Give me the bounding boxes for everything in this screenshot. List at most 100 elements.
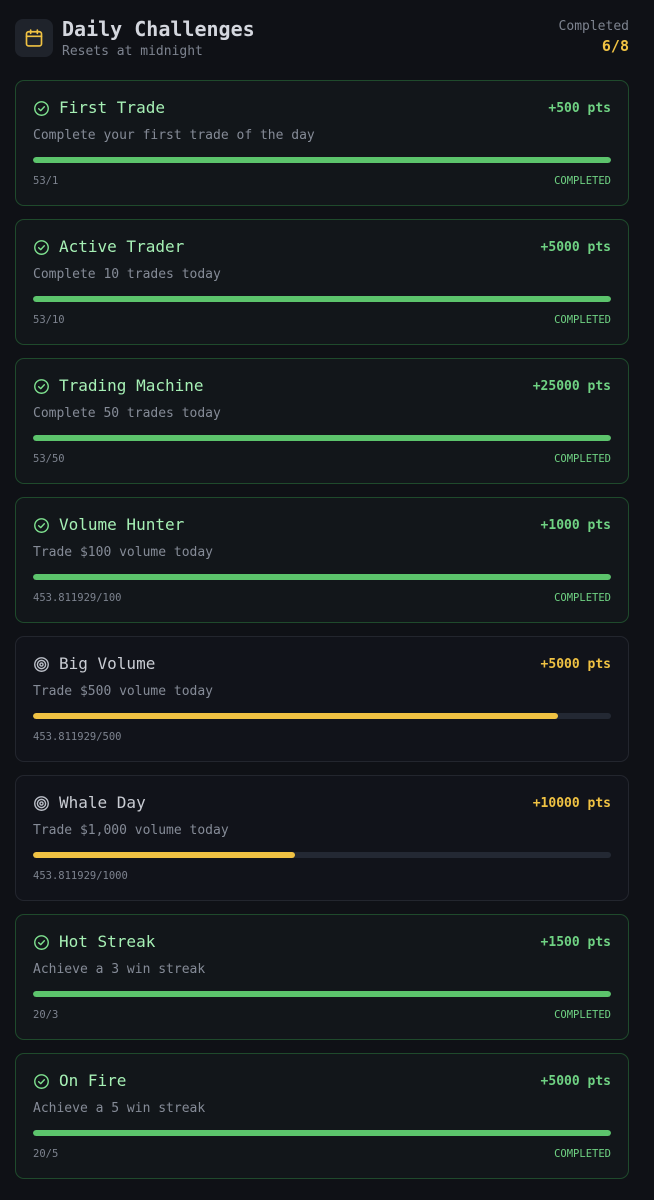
- progress-track: [33, 574, 611, 580]
- progress-track: [33, 157, 611, 163]
- challenge-points: +5000 pts: [540, 656, 611, 672]
- challenge-title-wrap: Big Volume: [33, 653, 155, 675]
- progress-fill: [33, 574, 611, 580]
- challenge-footer: 20/5 COMPLETED: [33, 1147, 611, 1161]
- challenge-points: +500 pts: [548, 100, 611, 116]
- challenge-header: Active Trader +5000 pts: [33, 235, 611, 259]
- progress-fill: [33, 991, 611, 997]
- challenge-title-wrap: Hot Streak: [33, 931, 155, 953]
- challenge-title: Whale Day: [59, 793, 146, 812]
- challenge-description: Trade $1,000 volume today: [33, 823, 229, 838]
- header-titles: Daily Challenges Resets at midnight: [62, 16, 255, 61]
- progress-track: [33, 1130, 611, 1136]
- status-label: COMPLETED: [554, 314, 611, 326]
- challenge-description: Complete 50 trades today: [33, 406, 221, 421]
- progress-text: 20/3: [33, 1009, 59, 1021]
- progress-track: [33, 713, 611, 719]
- page-title: Daily Challenges: [62, 17, 255, 41]
- challenge-title-wrap: Volume Hunter: [33, 514, 184, 536]
- challenge-card[interactable]: Hot Streak +1500 pts Achieve a 3 win str…: [15, 914, 629, 1040]
- status-label: COMPLETED: [554, 453, 611, 465]
- challenge-footer: 53/50 COMPLETED: [33, 452, 611, 466]
- check-circle-icon: [33, 100, 50, 117]
- challenge-card[interactable]: Volume Hunter +1000 pts Trade $100 volum…: [15, 497, 629, 623]
- calendar-icon: [25, 29, 43, 47]
- challenge-title-wrap: Whale Day: [33, 792, 146, 814]
- status-label: COMPLETED: [554, 1148, 611, 1160]
- progress-fill: [33, 435, 611, 441]
- challenge-title: Active Trader: [59, 237, 185, 256]
- challenge-header: First Trade +500 pts: [33, 96, 611, 120]
- check-circle-icon: [33, 517, 50, 534]
- challenge-points: +1000 pts: [540, 517, 611, 533]
- status-label: COMPLETED: [554, 175, 611, 187]
- challenge-title-wrap: Active Trader: [33, 236, 184, 258]
- progress-text: 453.811929/1000: [33, 870, 128, 882]
- challenge-card[interactable]: Whale Day +10000 pts Trade $1,000 volume…: [15, 775, 629, 901]
- challenge-header: Big Volume +5000 pts: [33, 652, 611, 676]
- challenge-header: Whale Day +10000 pts: [33, 791, 611, 815]
- challenge-title: First Trade: [59, 98, 165, 117]
- progress-text: 53/10: [33, 314, 65, 326]
- challenge-points: +5000 pts: [540, 239, 611, 255]
- challenge-footer: 453.811929/1000: [33, 869, 611, 883]
- challenge-points: +1500 pts: [540, 934, 611, 950]
- challenge-description: Trade $500 volume today: [33, 684, 214, 699]
- challenge-title-wrap: On Fire: [33, 1070, 126, 1092]
- challenge-footer: 453.811929/500: [33, 730, 611, 744]
- challenge-footer: 453.811929/100 COMPLETED: [33, 591, 611, 605]
- challenge-description: Trade $100 volume today: [33, 545, 214, 560]
- check-circle-icon: [33, 1073, 50, 1090]
- challenge-card[interactable]: Trading Machine +25000 pts Complete 50 t…: [15, 358, 629, 484]
- challenge-card[interactable]: First Trade +500 pts Complete your first…: [15, 80, 629, 206]
- progress-fill: [33, 852, 296, 858]
- calendar-icon-box: [15, 19, 53, 57]
- challenge-footer: 53/10 COMPLETED: [33, 313, 611, 327]
- progress-track: [33, 435, 611, 441]
- progress-text: 453.811929/100: [33, 592, 122, 604]
- challenge-header: On Fire +5000 pts: [33, 1069, 611, 1093]
- challenge-title: Big Volume: [59, 654, 156, 673]
- challenge-title: On Fire: [59, 1071, 127, 1090]
- completed-label: Completed: [558, 19, 629, 34]
- progress-text: 453.811929/500: [33, 731, 122, 743]
- challenge-card[interactable]: Big Volume +5000 pts Trade $500 volume t…: [15, 636, 629, 762]
- challenge-footer: 53/1 COMPLETED: [33, 174, 611, 188]
- challenge-points: +5000 pts: [540, 1073, 611, 1089]
- challenge-header: Trading Machine +25000 pts: [33, 374, 611, 398]
- challenge-header: Hot Streak +1500 pts: [33, 930, 611, 954]
- challenge-title-wrap: Trading Machine: [33, 375, 204, 397]
- challenge-title-wrap: First Trade: [33, 97, 165, 119]
- target-icon: [33, 656, 50, 673]
- progress-fill: [33, 713, 558, 719]
- check-circle-icon: [33, 239, 50, 256]
- target-icon: [33, 795, 50, 812]
- progress-fill: [33, 296, 611, 302]
- challenge-title: Hot Streak: [59, 932, 156, 951]
- check-circle-icon: [33, 378, 50, 395]
- daily-challenges-panel: Daily Challenges Resets at midnight Comp…: [0, 0, 654, 1200]
- challenge-title: Trading Machine: [59, 376, 204, 395]
- progress-track: [33, 296, 611, 302]
- challenge-description: Complete your first trade of the day: [33, 128, 315, 143]
- challenge-card[interactable]: On Fire +5000 pts Achieve a 5 win streak…: [15, 1053, 629, 1179]
- challenge-description: Achieve a 5 win streak: [33, 1101, 206, 1116]
- progress-fill: [33, 1130, 611, 1136]
- challenge-description: Complete 10 trades today: [33, 267, 221, 282]
- challenge-footer: 20/3 COMPLETED: [33, 1008, 611, 1022]
- check-circle-icon: [33, 934, 50, 951]
- challenge-points: +10000 pts: [532, 795, 611, 811]
- completed-summary: Completed 6/8: [559, 18, 629, 56]
- header: Daily Challenges Resets at midnight Comp…: [15, 0, 629, 80]
- progress-fill: [33, 157, 611, 163]
- progress-track: [33, 852, 611, 858]
- status-label: COMPLETED: [554, 592, 611, 604]
- challenge-card[interactable]: Active Trader +5000 pts Complete 10 trad…: [15, 219, 629, 345]
- completed-count: 6/8: [601, 37, 629, 55]
- progress-text: 53/1: [33, 175, 59, 187]
- challenge-description: Achieve a 3 win streak: [33, 962, 206, 977]
- challenge-title: Volume Hunter: [59, 515, 185, 534]
- challenge-header: Volume Hunter +1000 pts: [33, 513, 611, 537]
- challenge-points: +25000 pts: [532, 378, 611, 394]
- progress-text: 20/5: [33, 1148, 59, 1160]
